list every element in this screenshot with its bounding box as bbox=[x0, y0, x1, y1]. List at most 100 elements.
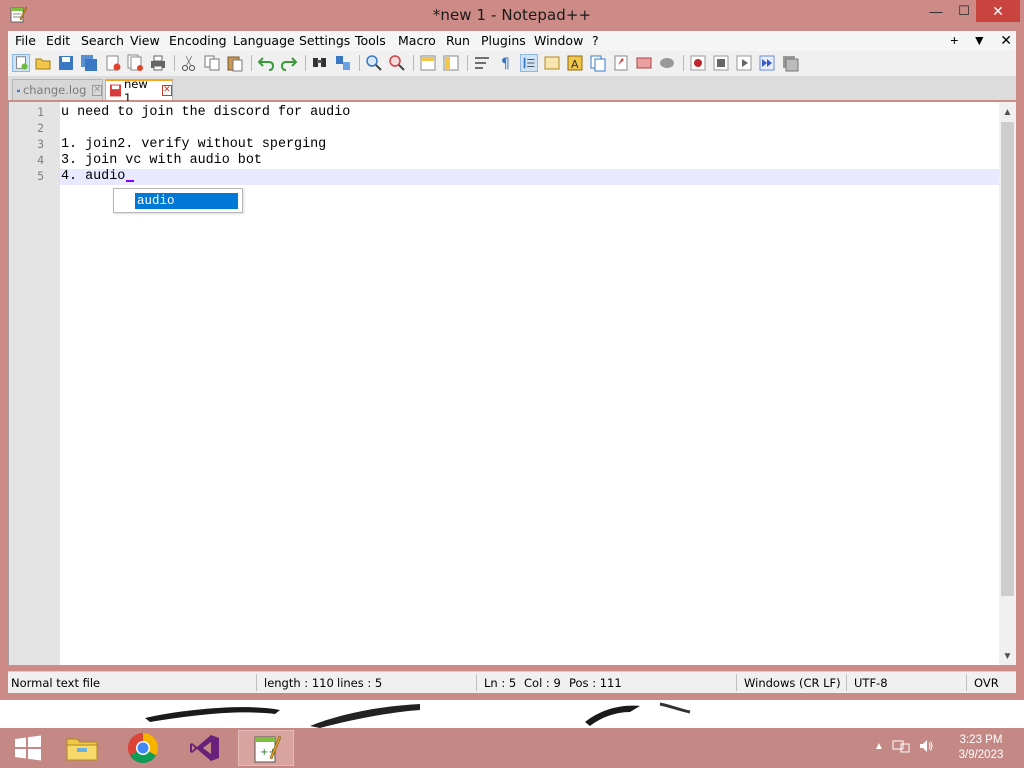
undo-icon[interactable] bbox=[257, 54, 275, 72]
minimize-icon: — bbox=[929, 3, 943, 19]
status-col: Col : 9 bbox=[524, 676, 561, 690]
show-all-chars-icon[interactable]: ¶ bbox=[496, 54, 514, 72]
taskbar-visual-studio[interactable] bbox=[177, 730, 233, 766]
status-pos: Pos : 111 bbox=[569, 676, 622, 690]
title-bar[interactable]: *new 1 - Notepad++ — ☐ ✕ bbox=[0, 0, 1024, 30]
clock-time: 3:23 PM bbox=[959, 734, 1003, 746]
close-window-button[interactable]: ✕ bbox=[976, 0, 1020, 22]
stop-macro-icon[interactable] bbox=[712, 54, 730, 72]
code-line-current[interactable]: 4. audio bbox=[61, 169, 135, 185]
code-line[interactable]: u need to join the discord for audio bbox=[61, 105, 350, 121]
open-file-icon[interactable] bbox=[34, 54, 52, 72]
zoom-out-icon[interactable] bbox=[388, 54, 406, 72]
code-line[interactable]: 1. join2. verify without sperging bbox=[61, 137, 326, 153]
status-lines: lines : 5 bbox=[337, 676, 383, 690]
desktop-wallpaper bbox=[0, 700, 1024, 728]
menu-encoding[interactable]: Encoding bbox=[169, 33, 227, 48]
menu-search[interactable]: Search bbox=[81, 33, 124, 48]
sync-horizontal-icon[interactable] bbox=[442, 54, 460, 72]
sync-vertical-icon[interactable] bbox=[419, 54, 437, 72]
new-file-icon[interactable] bbox=[12, 54, 30, 72]
toolbar-separator bbox=[683, 55, 684, 71]
text-area[interactable]: u need to join the discord for audio 1. … bbox=[60, 102, 999, 665]
replace-icon[interactable] bbox=[334, 54, 352, 72]
toolbar-separator bbox=[413, 55, 414, 71]
visual-studio-icon bbox=[190, 735, 219, 761]
user-lang-icon[interactable] bbox=[543, 54, 561, 72]
tab-label: change.log bbox=[22, 83, 87, 97]
network-icon[interactable] bbox=[892, 738, 910, 754]
maximize-icon: ☐ bbox=[958, 3, 970, 18]
monitoring-icon[interactable] bbox=[635, 54, 653, 72]
run-macro-multiple-icon[interactable] bbox=[758, 54, 776, 72]
find-icon[interactable] bbox=[311, 54, 329, 72]
svg-text:¶: ¶ bbox=[501, 56, 510, 72]
menu-macro[interactable]: Macro bbox=[398, 33, 436, 48]
record-macro-icon[interactable] bbox=[689, 54, 707, 72]
scroll-up-icon[interactable]: ▲ bbox=[999, 104, 1016, 120]
taskbar-file-explorer[interactable] bbox=[54, 730, 110, 766]
menu-settings[interactable]: Settings bbox=[299, 33, 350, 48]
tab-close-icon[interactable]: ✕ bbox=[92, 84, 102, 96]
saved-document-icon bbox=[17, 88, 20, 92]
status-eol[interactable]: Windows (CR LF) bbox=[744, 676, 841, 690]
taskbar-clock[interactable]: 3:23 PM 3/9/2023 bbox=[950, 733, 1012, 763]
paste-icon[interactable] bbox=[226, 54, 244, 72]
status-divider bbox=[476, 674, 477, 691]
menu-edit[interactable]: Edit bbox=[46, 33, 70, 48]
save-icon[interactable] bbox=[57, 54, 75, 72]
toolbar-separator bbox=[467, 55, 468, 71]
chevron-down-icon[interactable]: ▼ bbox=[972, 32, 986, 49]
scroll-thumb[interactable] bbox=[1001, 122, 1014, 596]
word-wrap-icon[interactable] bbox=[473, 54, 491, 72]
taskbar-chrome[interactable] bbox=[115, 730, 171, 766]
editor-pane[interactable]: 1 2 3 4 5 u need to join the discord for… bbox=[8, 101, 1016, 666]
tab-close-icon[interactable]: ✕ bbox=[161, 85, 173, 96]
toolbar-separator bbox=[359, 55, 360, 71]
function-list-icon[interactable] bbox=[589, 54, 607, 72]
menu-language[interactable]: Language bbox=[233, 33, 295, 48]
taskbar-notepad-plus-plus[interactable]: ++ bbox=[238, 730, 294, 766]
start-button[interactable] bbox=[0, 730, 56, 766]
status-bar: Normal text file length : 110 lines : 5 … bbox=[8, 671, 1016, 693]
autocomplete-suggestion[interactable]: audio bbox=[135, 193, 238, 209]
speech-bubble-icon[interactable] bbox=[658, 54, 676, 72]
menu-run[interactable]: Run bbox=[446, 33, 470, 48]
menu-file[interactable]: File bbox=[15, 33, 36, 48]
status-encoding[interactable]: UTF-8 bbox=[854, 676, 888, 690]
minimize-button[interactable]: — bbox=[920, 0, 952, 22]
tab-change-log[interactable]: change.log ✕ bbox=[12, 79, 103, 100]
unsaved-document-icon bbox=[110, 84, 121, 97]
scroll-down-icon[interactable]: ▼ bbox=[999, 648, 1016, 664]
add-tab-icon[interactable]: + bbox=[950, 32, 958, 49]
folder-workspace-icon[interactable] bbox=[612, 54, 630, 72]
save-all-icon[interactable] bbox=[80, 54, 98, 72]
close-all-icon[interactable] bbox=[126, 54, 144, 72]
redo-icon[interactable] bbox=[280, 54, 298, 72]
status-divider bbox=[736, 674, 737, 691]
menu-plugins[interactable]: Plugins bbox=[481, 33, 526, 48]
indent-guide-icon[interactable] bbox=[520, 54, 538, 72]
vertical-scrollbar[interactable]: ▲ ▼ bbox=[999, 102, 1016, 665]
menu-tools[interactable]: Tools bbox=[355, 33, 386, 48]
close-icon[interactable] bbox=[104, 54, 122, 72]
print-icon[interactable] bbox=[149, 54, 167, 72]
copy-icon[interactable] bbox=[203, 54, 221, 72]
zoom-in-icon[interactable] bbox=[365, 54, 383, 72]
clock-date: 3/9/2023 bbox=[958, 749, 1004, 761]
code-line[interactable]: 3. join vc with audio bot bbox=[61, 153, 262, 169]
cut-icon[interactable] bbox=[180, 54, 198, 72]
folder-icon bbox=[66, 738, 98, 761]
save-macro-icon[interactable] bbox=[781, 54, 799, 72]
menu-window[interactable]: Window bbox=[534, 33, 583, 48]
menu-help[interactable]: ? bbox=[592, 33, 599, 48]
maximize-button[interactable]: ☐ bbox=[950, 0, 978, 22]
menu-view[interactable]: View bbox=[130, 33, 160, 48]
close-document-icon[interactable]: ✕ bbox=[1000, 32, 1012, 49]
show-hidden-icons-icon[interactable]: ▲ bbox=[874, 741, 884, 752]
volume-icon[interactable] bbox=[918, 738, 934, 754]
play-macro-icon[interactable] bbox=[735, 54, 753, 72]
doc-map-icon[interactable]: A bbox=[566, 54, 584, 72]
tab-new-1[interactable]: new 1 ✕ bbox=[105, 77, 173, 105]
status-mode[interactable]: OVR bbox=[974, 676, 999, 690]
